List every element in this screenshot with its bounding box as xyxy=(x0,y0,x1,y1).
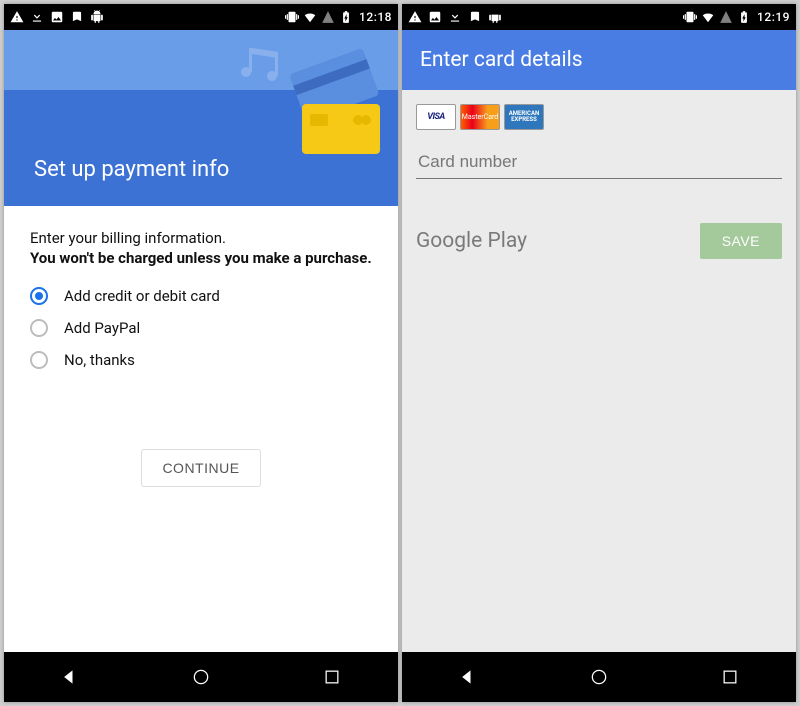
continue-button[interactable]: CONTINUE xyxy=(141,449,260,487)
home-button[interactable] xyxy=(569,667,629,687)
install-icon xyxy=(468,10,482,24)
phone-right: 12:19 Enter card details VISA MasterCard… xyxy=(402,4,796,702)
option-label: Add credit or debit card xyxy=(64,287,220,305)
status-bar: 12:19 xyxy=(402,4,796,30)
option-label: No, thanks xyxy=(64,351,135,369)
option-add-paypal[interactable]: Add PayPal xyxy=(30,319,372,337)
back-button[interactable] xyxy=(438,667,498,687)
option-label: Add PayPal xyxy=(64,319,140,337)
radio-icon xyxy=(30,351,48,369)
card-brand-logos: VISA MasterCard AMERICAN EXPRESS xyxy=(416,104,782,130)
phone-left: 12:18 xyxy=(4,4,398,702)
home-button[interactable] xyxy=(171,667,231,687)
android-icon xyxy=(90,10,104,24)
vibrate-icon xyxy=(683,10,697,24)
radio-icon xyxy=(30,319,48,337)
radio-icon xyxy=(30,287,48,305)
image-icon xyxy=(428,10,442,24)
android-icon xyxy=(488,10,502,24)
clock: 12:19 xyxy=(757,10,790,24)
status-bar: 12:18 xyxy=(4,4,398,30)
no-sim-icon xyxy=(321,10,335,24)
back-button[interactable] xyxy=(40,667,100,687)
image-icon xyxy=(50,10,64,24)
download-icon xyxy=(30,10,44,24)
android-nav-bar xyxy=(402,652,796,702)
credit-cards-illustration xyxy=(268,48,388,162)
battery-charging-icon xyxy=(339,10,353,24)
wifi-icon xyxy=(701,10,715,24)
warning-icon xyxy=(10,10,24,24)
page-title: Enter card details xyxy=(420,48,583,72)
save-button[interactable]: SAVE xyxy=(700,223,782,259)
wifi-icon xyxy=(303,10,317,24)
google-play-branding: Google Play xyxy=(416,229,527,253)
no-sim-icon xyxy=(719,10,733,24)
battery-charging-icon xyxy=(737,10,751,24)
option-no-thanks[interactable]: No, thanks xyxy=(30,351,372,369)
card-form: VISA MasterCard AMERICAN EXPRESS Google … xyxy=(402,90,796,259)
clock: 12:18 xyxy=(359,10,392,24)
page-title: Set up payment info xyxy=(34,157,229,182)
option-add-card[interactable]: Add credit or debit card xyxy=(30,287,372,305)
android-nav-bar xyxy=(4,652,398,702)
download-icon xyxy=(448,10,462,24)
recents-button[interactable] xyxy=(700,667,760,687)
hero-banner: Set up payment info xyxy=(4,30,398,206)
intro-text: Enter your billing information. You won'… xyxy=(30,228,372,269)
app-bar: Enter card details xyxy=(402,30,796,90)
billing-content: Enter your billing information. You won'… xyxy=(4,206,398,487)
mastercard-logo: MasterCard xyxy=(460,104,500,130)
vibrate-icon xyxy=(285,10,299,24)
amex-logo: AMERICAN EXPRESS xyxy=(504,104,544,130)
visa-logo: VISA xyxy=(416,104,456,130)
payment-options: Add credit or debit card Add PayPal No, … xyxy=(30,287,372,369)
card-number-input[interactable] xyxy=(416,146,782,179)
warning-icon xyxy=(408,10,422,24)
recents-button[interactable] xyxy=(302,667,362,687)
install-icon xyxy=(70,10,84,24)
